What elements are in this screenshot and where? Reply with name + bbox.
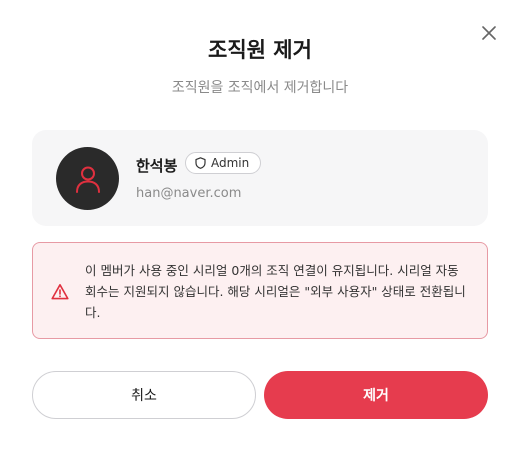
warning-triangle-icon (51, 284, 69, 300)
member-card: 한석봉 Admin han@naver.com (32, 130, 488, 226)
member-name: 한석봉 (136, 157, 178, 175)
role-badge: Admin (185, 152, 262, 174)
user-icon (75, 166, 100, 193)
cancel-button[interactable]: 취소 (32, 371, 256, 419)
warning-box: 이 멤버가 사용 중인 시리얼 0개의 조직 연결이 유지됩니다. 시리얼 자동… (32, 242, 488, 339)
role-label: Admin (211, 156, 250, 170)
warning-message: 이 멤버가 사용 중인 시리얼 0개의 조직 연결이 유지됩니다. 시리얼 자동… (85, 263, 466, 320)
remove-button[interactable]: 제거 (264, 371, 488, 419)
remove-member-dialog: 조직원 제거 조직원을 조직에서 제거합니다 한석봉 Admin han@nav… (0, 0, 520, 452)
avatar (56, 147, 119, 210)
shield-icon (195, 157, 206, 169)
dialog-title: 조직원 제거 (208, 38, 312, 62)
member-email: han@naver.com (136, 186, 242, 201)
dialog-subtitle: 조직원을 조직에서 제거합니다 (171, 80, 349, 96)
